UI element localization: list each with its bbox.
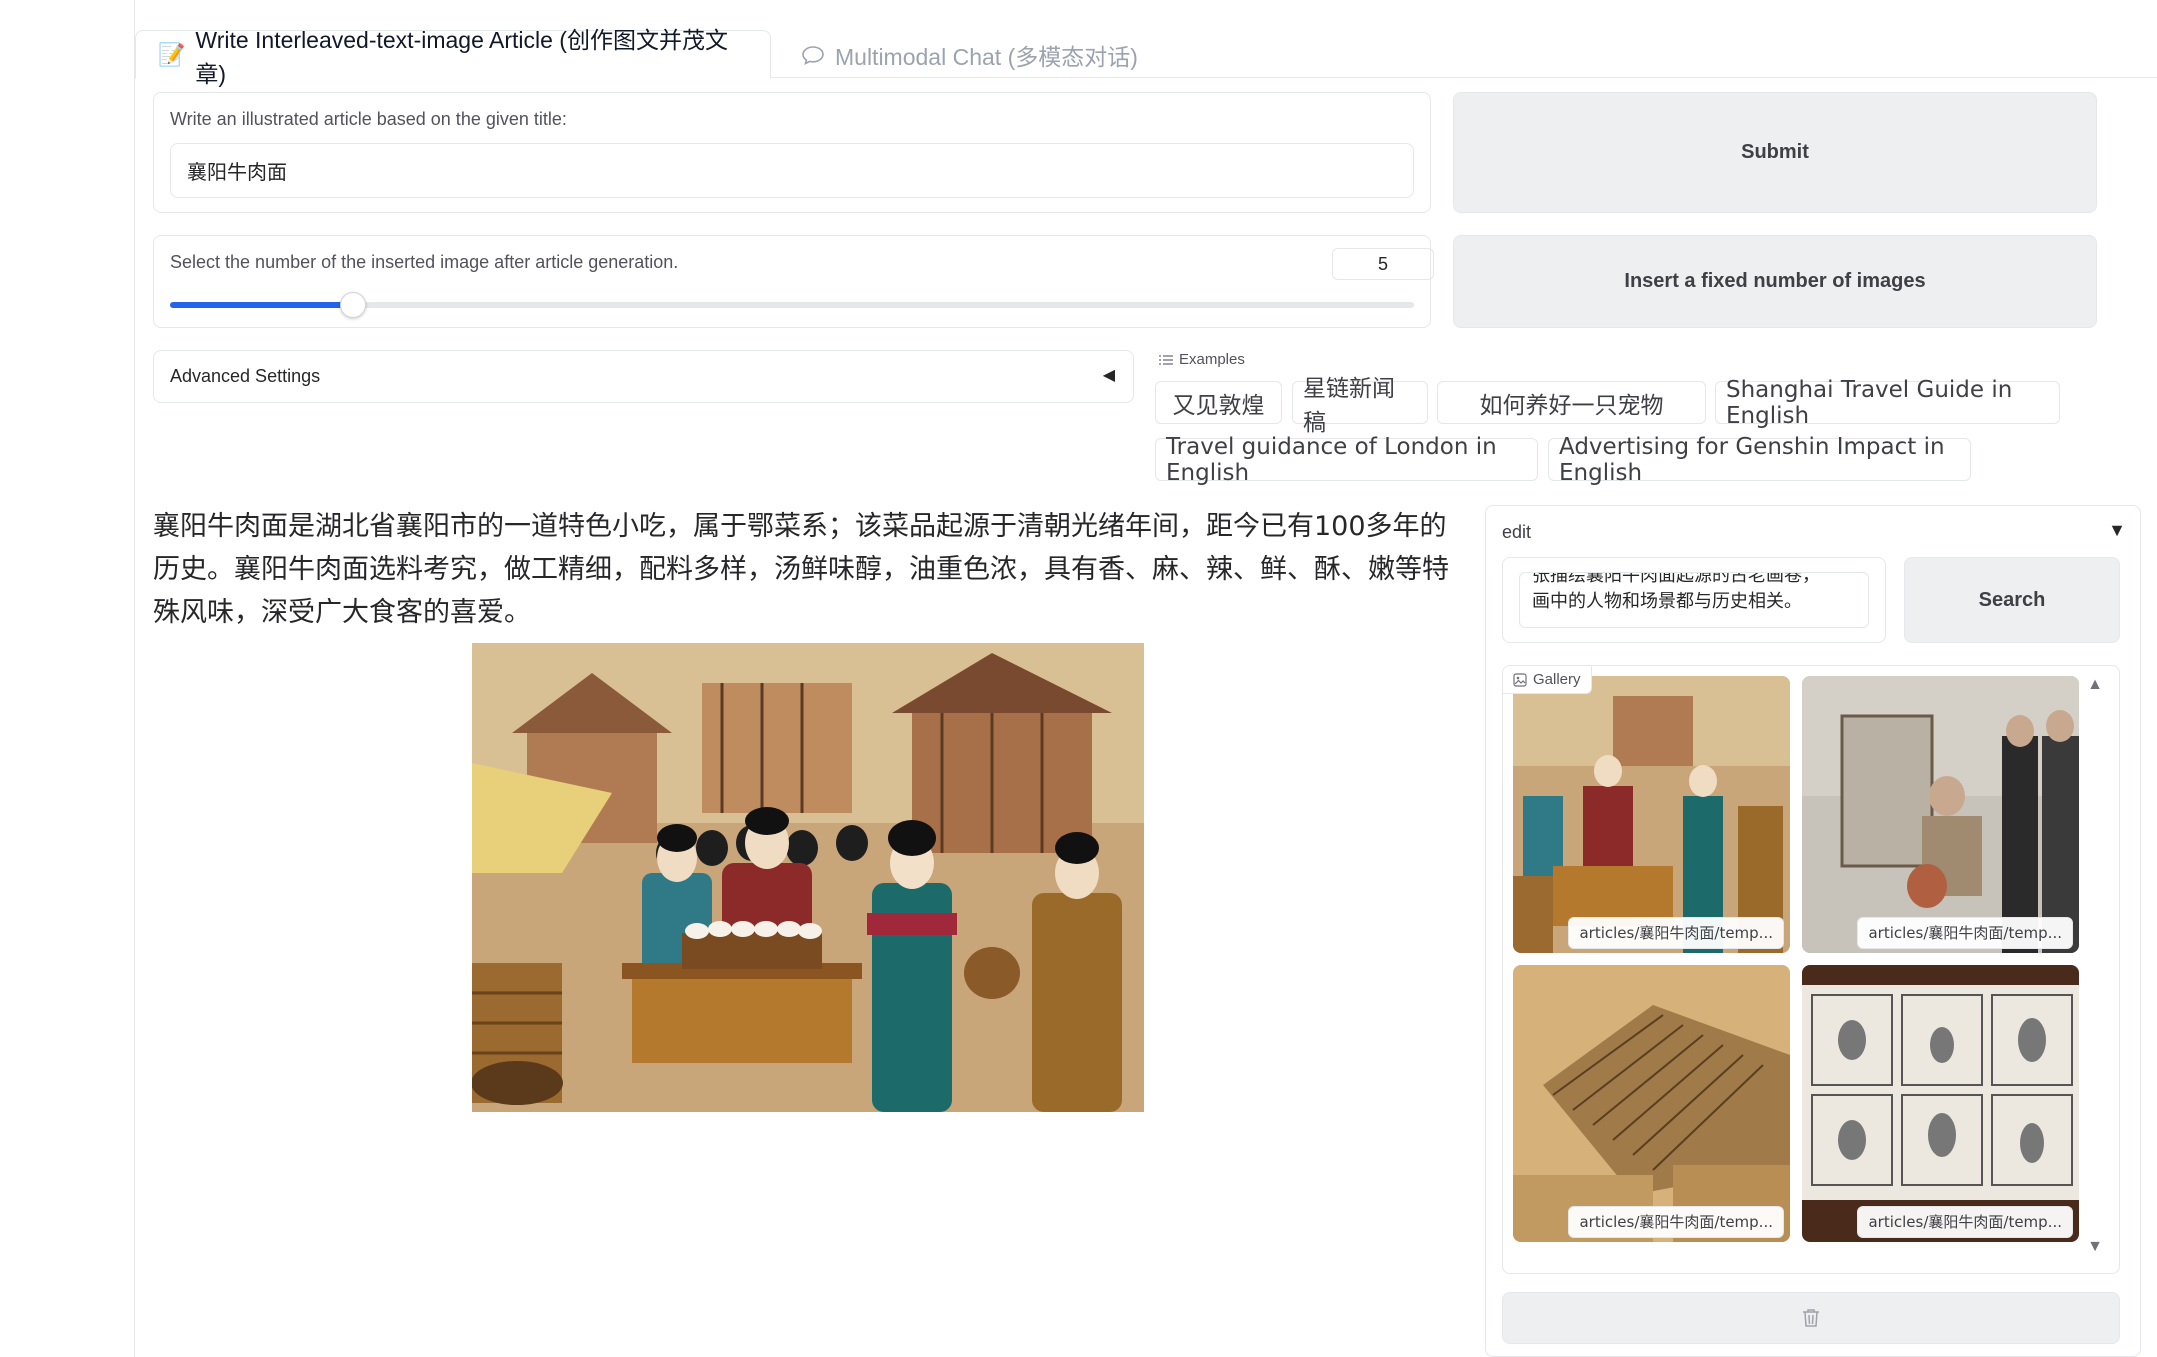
edit-panel: edit ▼ 张描绘襄阳牛肉面起源的古老画卷， 画中的人物和场景都与历史相关。 … — [1485, 505, 2141, 1357]
search-button[interactable]: Search — [1904, 557, 2120, 643]
edit-panel-label: edit — [1502, 522, 1532, 542]
example-item[interactable]: Shanghai Travel Guide in English — [1715, 377, 2060, 429]
example-item[interactable]: 星链新闻稿 — [1292, 376, 1428, 436]
example-item[interactable]: 又见敦煌 — [1155, 381, 1282, 424]
advanced-settings-label: Advanced Settings — [170, 366, 321, 386]
image-count-label: Select the number of the inserted image … — [170, 252, 679, 272]
example-item[interactable]: 如何养好一只宠物 — [1437, 381, 1706, 424]
gallery-label: Gallery — [1533, 671, 1581, 688]
scroll-down-icon[interactable]: ▼ — [2087, 1238, 2103, 1256]
app-container: 📝 Write Interleaved-text-image Article (… — [134, 0, 2157, 1357]
edit-text-line: 张描绘襄阳牛肉面起源的古老画卷， — [1532, 572, 1820, 586]
examples-label: Examples — [1179, 351, 1245, 368]
tab-multimodal-chat-label: Multimodal Chat (多模态对话) — [835, 43, 1138, 70]
gallery-thumbnail[interactable]: articles/襄阳牛肉面/temp... — [1802, 965, 2079, 1242]
chat-bubble-icon — [801, 45, 825, 65]
examples-header: Examples — [1159, 351, 1245, 368]
example-item[interactable]: Travel guidance of London in English — [1155, 434, 1538, 486]
gallery-thumbnail[interactable]: articles/襄阳牛肉面/temp... — [1802, 676, 2079, 953]
scroll-up-icon[interactable]: ▲ — [2087, 676, 2103, 694]
caret-left-icon: ◀ — [1102, 367, 1115, 384]
image-count-number-input[interactable]: 5 — [1332, 248, 1434, 280]
gallery-thumbnail[interactable]: articles/襄阳牛肉面/temp... — [1513, 965, 1790, 1242]
article-paragraph: 襄阳牛肉面是湖北省襄阳市的一道特色小吃，属于鄂菜系；该菜品起源于清朝光绪年间，距… — [153, 511, 1449, 628]
insert-fixed-images-button[interactable]: Insert a fixed number of images — [1453, 235, 2097, 328]
image-count-slider[interactable] — [170, 292, 1414, 318]
caret-down-icon[interactable]: ▼ — [2108, 520, 2126, 541]
title-input-block: Write an illustrated article based on th… — [153, 92, 1431, 213]
list-icon — [1159, 354, 1173, 366]
tab-multimodal-chat[interactable]: Multimodal Chat (多模态对话) — [779, 30, 1160, 79]
gallery-header: Gallery — [1503, 666, 1592, 694]
trash-icon — [1800, 1307, 1822, 1329]
submit-button[interactable]: Submit — [1453, 92, 2097, 213]
edit-textarea[interactable]: 张描绘襄阳牛肉面起源的古老画卷， 画中的人物和场景都与历史相关。 — [1519, 572, 1869, 628]
gallery-caption: articles/襄阳牛肉面/temp... — [1568, 917, 1784, 949]
tab-write-article[interactable]: 📝 Write Interleaved-text-image Article (… — [135, 27, 771, 87]
gallery-caption: articles/襄阳牛肉面/temp... — [1857, 1206, 2073, 1238]
image-icon — [1513, 672, 1527, 687]
slider-fill — [170, 302, 353, 308]
clear-gallery-button[interactable] — [1502, 1292, 2120, 1344]
edit-textbox-block: 张描绘襄阳牛肉面起源的古老画卷， 画中的人物和场景都与历史相关。 — [1502, 557, 1886, 643]
gallery-caption: articles/襄阳牛肉面/temp... — [1857, 917, 2073, 949]
advanced-settings-accordion[interactable]: Advanced Settings ◀ — [153, 350, 1134, 403]
tab-write-article-label: Write Interleaved-text-image Article (创作… — [195, 26, 728, 87]
slider-thumb[interactable] — [339, 292, 366, 318]
image-count-slider-block: Select the number of the inserted image … — [153, 235, 1434, 328]
title-input-label: Write an illustrated article based on th… — [170, 109, 567, 129]
example-item[interactable]: Advertising for Genshin Impact in Englis… — [1548, 434, 1971, 486]
gallery-thumbnail[interactable]: articles/襄阳牛肉面/temp... — [1513, 676, 1790, 953]
tab-bar: 📝 Write Interleaved-text-image Article (… — [135, 27, 2157, 87]
gallery-caption: articles/襄阳牛肉面/temp... — [1568, 1206, 1784, 1238]
pencil-memo-icon: 📝 — [158, 41, 186, 67]
edit-text-line: 画中的人物和场景都与历史相关。 — [1532, 591, 1802, 612]
image-gallery: Gallery articles/襄阳牛肉面/temp... articles/… — [1502, 665, 2120, 1274]
article-image-mural — [472, 643, 1144, 1112]
title-input[interactable] — [170, 143, 1414, 198]
